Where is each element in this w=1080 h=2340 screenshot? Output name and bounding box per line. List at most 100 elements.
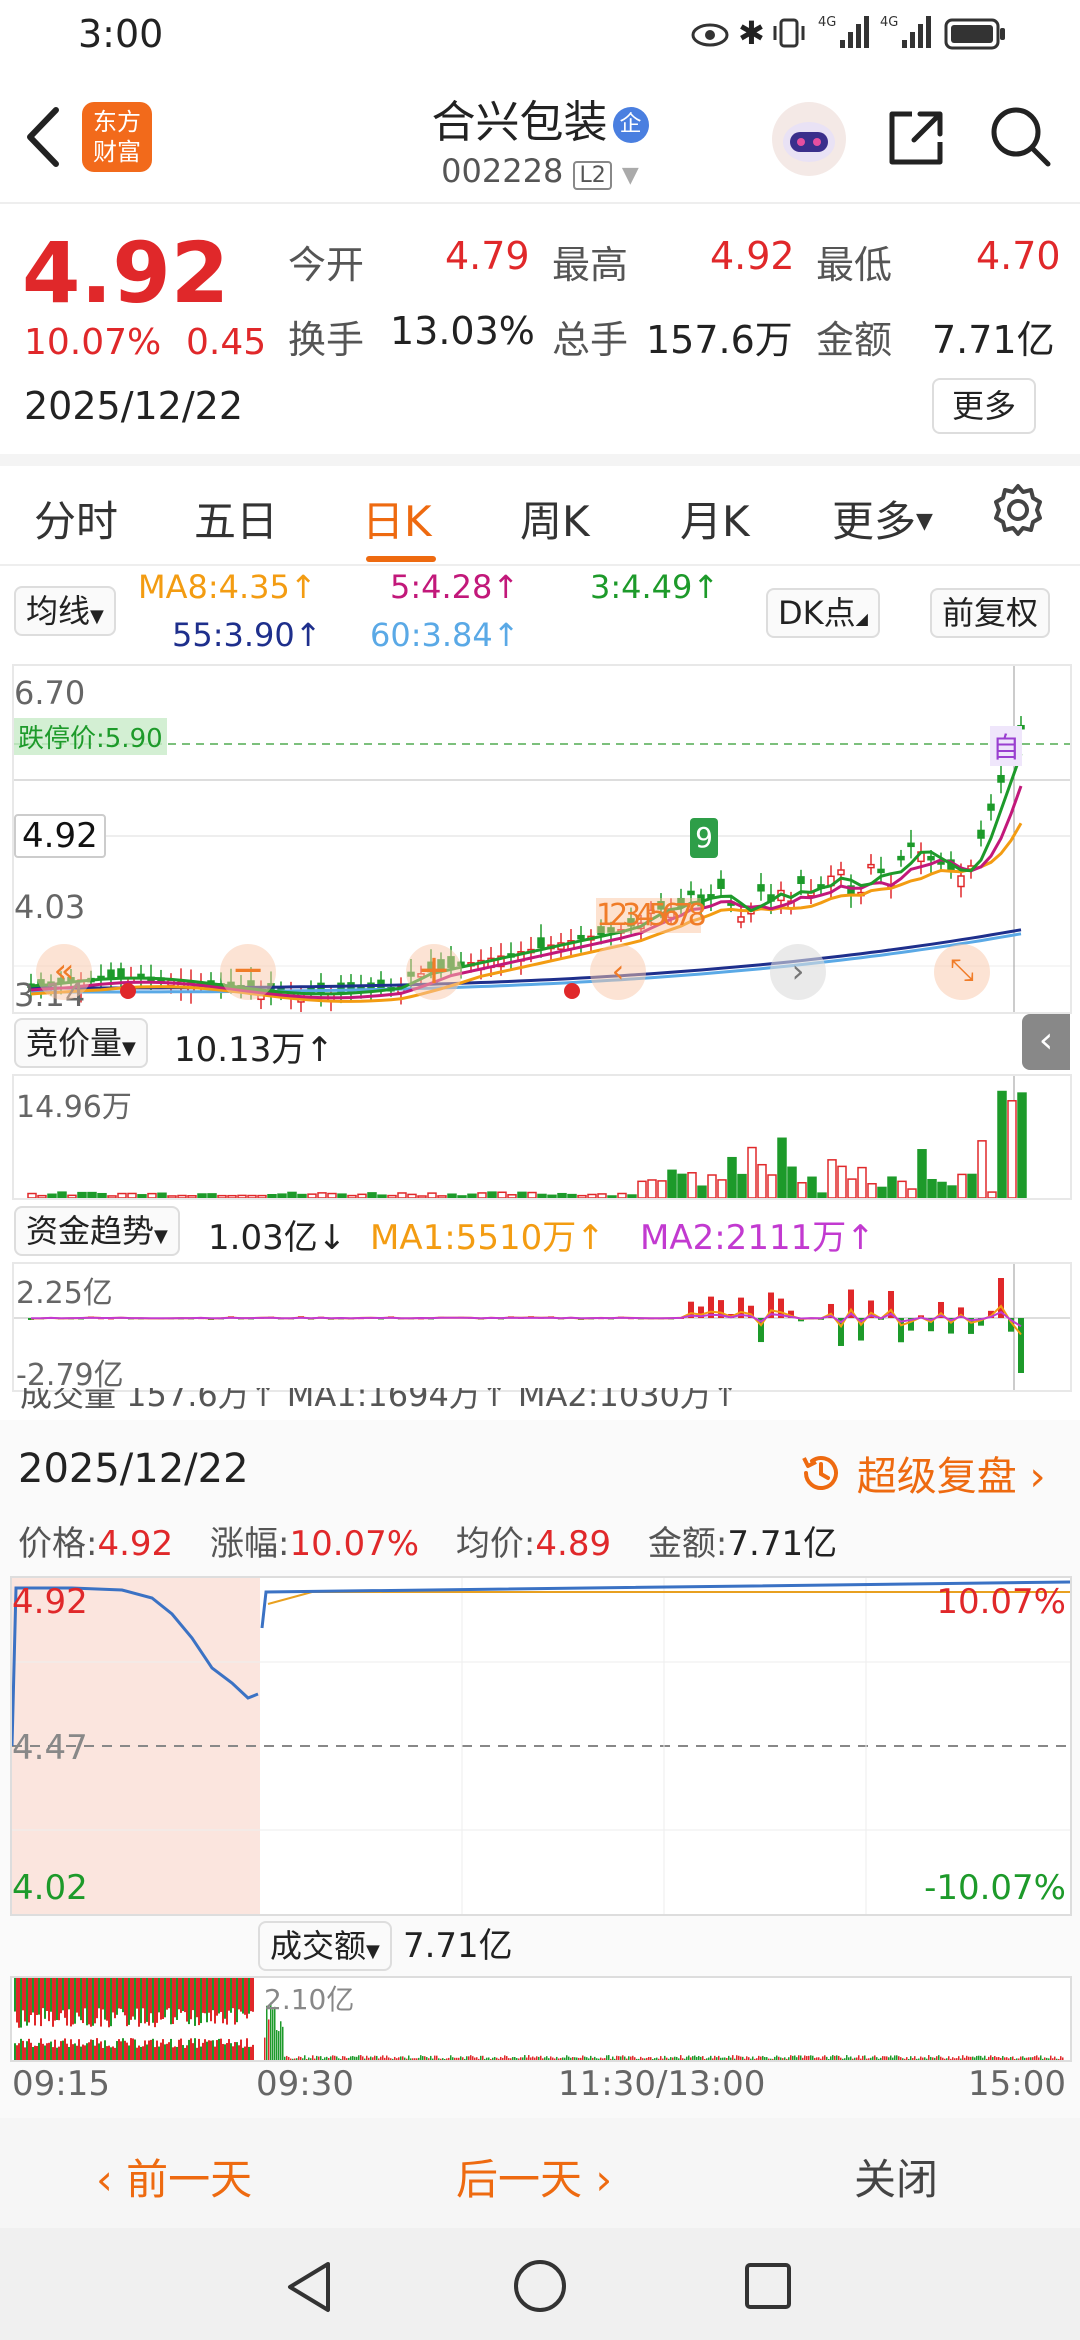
trade-volume-bar bbox=[796, 2057, 798, 2060]
super-replay-link[interactable]: 超级复盘 › bbox=[798, 1444, 1045, 1506]
auction-bar bbox=[777, 1137, 787, 1198]
trade-volume-bar bbox=[886, 2056, 888, 2060]
auction-volume-bar-low bbox=[190, 2038, 192, 2060]
auction-volume-bar-low bbox=[184, 2047, 186, 2060]
trade-volume-bar bbox=[1040, 2055, 1042, 2060]
auction-volume-bar bbox=[176, 1978, 178, 2020]
robot-avatar-icon[interactable] bbox=[770, 100, 848, 182]
trade-volume-bar bbox=[1034, 2056, 1036, 2060]
auction-volume-bar-low bbox=[224, 2044, 226, 2060]
adjust-button[interactable]: 前复权 bbox=[930, 588, 1051, 638]
auction-bar bbox=[27, 1192, 37, 1198]
scroll-left-icon[interactable]: ‹ bbox=[590, 944, 646, 1000]
next-day-button[interactable]: 后一天 › bbox=[456, 2146, 612, 2207]
trade-volume-bar bbox=[836, 2055, 838, 2060]
auction-volume-bar-low bbox=[222, 2043, 224, 2060]
auction-volume-bar bbox=[150, 1978, 152, 2014]
more-button[interactable]: 更多 bbox=[932, 378, 1037, 434]
trade-volume-bar bbox=[728, 2055, 730, 2060]
trade-volume-bar bbox=[984, 2055, 986, 2060]
trade-volume-bar bbox=[724, 2057, 726, 2060]
intraday-chart[interactable]: 4.92 4.47 4.02 10.07% -10.07% bbox=[10, 1576, 1072, 1916]
auction-bar bbox=[807, 1176, 817, 1198]
fund-selector[interactable]: 资金趋势▼ bbox=[14, 1206, 180, 1256]
auction-volume-bar bbox=[138, 1978, 140, 2027]
auction-bar bbox=[537, 1193, 547, 1198]
trade-volume-bar bbox=[590, 2055, 592, 2060]
dk-point-button[interactable]: DK点◢ bbox=[766, 588, 880, 638]
zoom-out-icon[interactable]: − bbox=[220, 944, 276, 1000]
auction-bar bbox=[307, 1193, 317, 1198]
trade-volume-bar bbox=[632, 2055, 634, 2060]
close-button[interactable]: 关闭 bbox=[854, 2146, 938, 2207]
trade-volume-bar bbox=[278, 2031, 280, 2060]
auction-volume-bar bbox=[18, 1978, 20, 2028]
fund-selector-label: 资金趋势 bbox=[26, 1212, 155, 1250]
kline-chart[interactable]: 6.70 跌停价:5.90 4.92 4.03 3.14 9 12345678 … bbox=[12, 664, 1072, 1014]
auction-volume-bar bbox=[92, 1978, 94, 2026]
zoom-in-icon[interactable]: + bbox=[406, 944, 462, 1000]
auction-volume-bar bbox=[222, 1978, 224, 2024]
auction-volume-bar-low bbox=[220, 2038, 222, 2060]
tab-daily-k[interactable]: 日K bbox=[362, 488, 432, 549]
auction-volume-bar-low bbox=[134, 2039, 136, 2060]
svg-text:4G: 4G bbox=[818, 15, 836, 30]
tab-more[interactable]: 更多▼ bbox=[832, 488, 933, 549]
trade-volume-bar bbox=[268, 2019, 270, 2060]
signal-sequence: 12345678 bbox=[596, 898, 707, 933]
ma-selector-label: 均线 bbox=[26, 592, 91, 630]
fund-bottom: -2.79亿 bbox=[16, 1358, 124, 1392]
auction-bar bbox=[167, 1195, 177, 1198]
nav-back-icon[interactable] bbox=[284, 2260, 334, 2318]
trade-volume-bar bbox=[434, 2055, 436, 2060]
tab-five-day[interactable]: 五日 bbox=[194, 488, 278, 549]
trade-volume-bar bbox=[560, 2057, 562, 2060]
ma-selector[interactable]: 均线▼ bbox=[14, 586, 116, 636]
auction-bar bbox=[757, 1163, 767, 1198]
auction-bar bbox=[317, 1192, 327, 1198]
collapse-panel-icon[interactable]: ‹ bbox=[1022, 1014, 1070, 1070]
trade-volume-bar bbox=[940, 2056, 942, 2060]
share-icon[interactable] bbox=[884, 106, 948, 174]
tab-intraday[interactable]: 分时 bbox=[34, 488, 118, 549]
trade-volume-bar bbox=[444, 2058, 446, 2060]
scroll-right-icon[interactable]: › bbox=[770, 944, 826, 1000]
trade-volume-bar bbox=[572, 2057, 574, 2060]
trade-volume-bar bbox=[452, 2057, 454, 2060]
trade-volume-bar bbox=[806, 2056, 808, 2060]
auction-chart: 14.96万 bbox=[12, 1074, 1072, 1200]
tab-monthly-k[interactable]: 月K bbox=[680, 488, 750, 549]
scroll-left-fast-icon[interactable]: « bbox=[36, 944, 92, 1000]
auction-volume-bar-low bbox=[232, 2046, 234, 2060]
auction-volume-bar-low bbox=[160, 2042, 162, 2060]
nav-recents-icon[interactable] bbox=[744, 2262, 792, 2314]
auction-selector[interactable]: 竞价量▼ bbox=[14, 1018, 148, 1068]
detail-vol-selector[interactable]: 成交额▼ bbox=[258, 1921, 392, 1971]
auction-volume-bar bbox=[164, 1978, 166, 2018]
auction-volume-bar-low bbox=[204, 2039, 206, 2060]
auction-volume-bar bbox=[90, 1978, 92, 2027]
gear-icon[interactable] bbox=[990, 482, 1046, 542]
trade-volume-bar bbox=[684, 2058, 686, 2060]
trade-volume-bar bbox=[420, 2055, 422, 2060]
trade-volume-bar bbox=[970, 2056, 972, 2060]
trade-volume-bar bbox=[362, 2056, 364, 2060]
tab-weekly-k[interactable]: 周K bbox=[520, 488, 590, 549]
prev-day-button[interactable]: ‹ 前一天 bbox=[96, 2146, 252, 2207]
trade-volume-bar bbox=[338, 2058, 340, 2060]
nav-home-icon[interactable] bbox=[512, 2258, 568, 2318]
auction-volume-bar bbox=[212, 1978, 214, 2011]
search-icon[interactable] bbox=[988, 104, 1054, 174]
trade-volume-bar bbox=[824, 2055, 826, 2060]
trade-volume-bar bbox=[424, 2056, 426, 2060]
auction-bar bbox=[917, 1149, 927, 1198]
auction-volume-bar-low bbox=[130, 2038, 132, 2060]
trade-volume-bar bbox=[784, 2057, 786, 2060]
auction-bar bbox=[77, 1191, 87, 1198]
caret-down-icon: ▼ bbox=[154, 1226, 168, 1247]
fullscreen-icon[interactable]: ⤡ bbox=[934, 944, 990, 1000]
auction-volume-bar bbox=[66, 1978, 68, 2026]
auction-bar bbox=[767, 1174, 777, 1198]
auction-volume-bar bbox=[220, 1978, 222, 2012]
auction-volume-bar bbox=[198, 1978, 200, 2026]
